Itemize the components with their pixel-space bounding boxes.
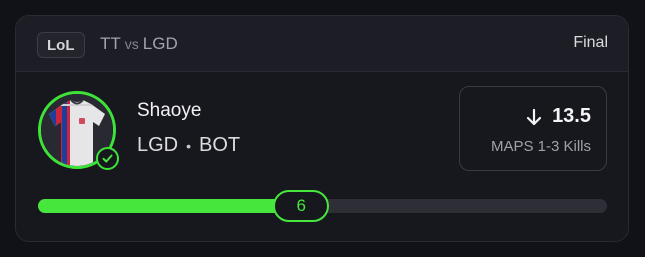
player-position: BOT — [199, 134, 241, 156]
progress-track: 6 — [38, 190, 607, 222]
verified-badge — [96, 147, 119, 170]
line-label: MAPS 1-3 Kills — [490, 138, 591, 155]
progress-current-value: 6 — [273, 190, 330, 222]
player-prop-card[interactable]: LoL TT vs LGD Final Shaoye LGD • BOT 13.… — [15, 15, 629, 242]
progress-fill — [38, 199, 302, 213]
vs-label: vs — [124, 36, 139, 52]
arrow-down-icon — [526, 108, 542, 125]
game-badge: LoL — [37, 32, 85, 58]
match-status: Final — [573, 34, 608, 51]
matchup: TT vs LGD — [100, 34, 178, 54]
line-value-row: 13.5 — [526, 105, 591, 128]
player-team: LGD — [137, 134, 179, 156]
player-name: Shaoye — [137, 100, 202, 121]
team-a: TT — [100, 34, 121, 53]
check-circle-icon — [102, 154, 113, 163]
line-value: 13.5 — [552, 105, 591, 127]
match-header: LoL TT vs LGD Final — [16, 16, 628, 72]
separator-dot: • — [186, 137, 192, 154]
prop-line-box[interactable]: 13.5 MAPS 1-3 Kills — [459, 86, 607, 171]
player-team-position: LGD • BOT — [137, 134, 240, 157]
team-b: LGD — [142, 34, 178, 53]
